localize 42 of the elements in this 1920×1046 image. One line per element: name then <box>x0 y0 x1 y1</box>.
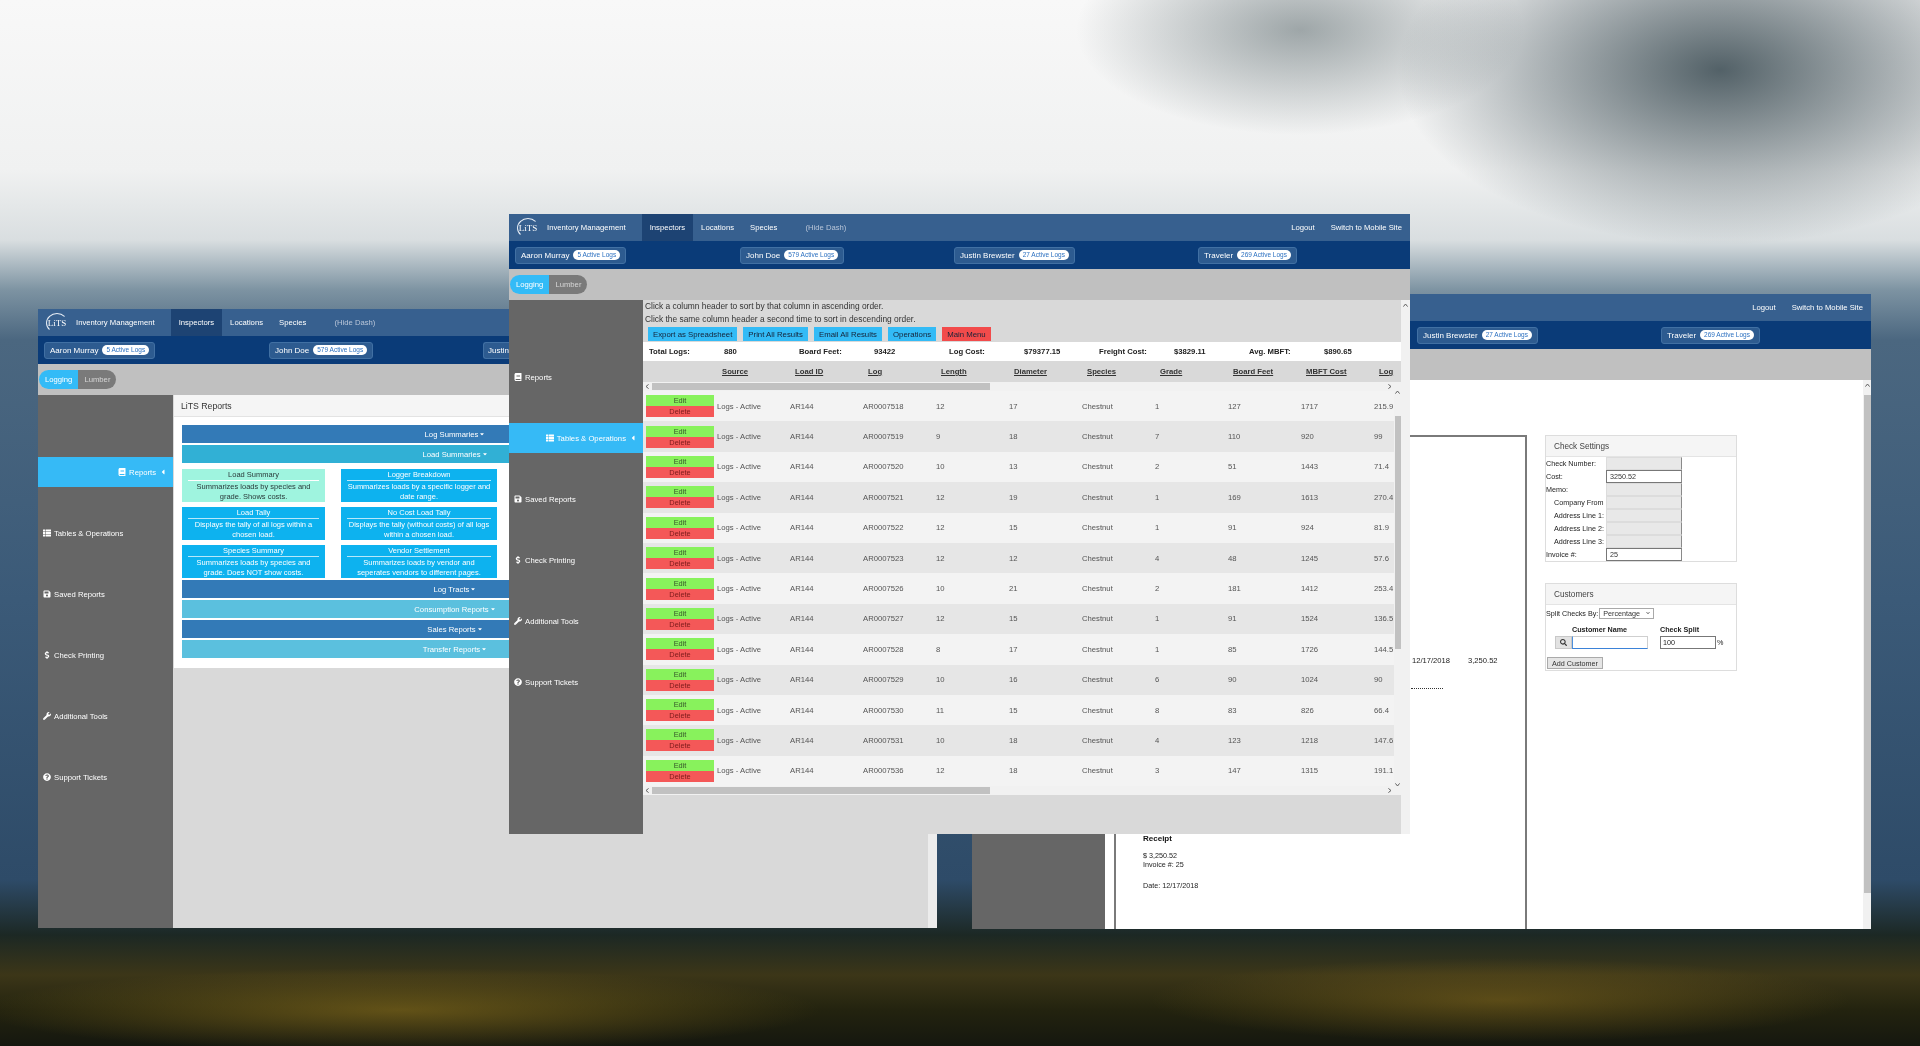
dollar-sign-icon <box>43 651 51 659</box>
instruction-text: Click a column header to sort by that column in ascending order. <box>644 300 885 313</box>
caret-down-icon <box>470 586 477 592</box>
logo[interactable]: LiTS <box>517 217 539 238</box>
chevron-up-icon[interactable] <box>1403 303 1408 308</box>
panel-title: LiTS Reports <box>174 395 509 417</box>
chevron-down-icon <box>1646 611 1651 615</box>
chevron-up-icon[interactable] <box>1395 390 1400 395</box>
book-icon <box>118 468 127 476</box>
wrench-icon <box>43 712 51 720</box>
chevron-right-icon[interactable] <box>1387 384 1392 389</box>
caret-down-icon <box>481 646 488 652</box>
dollar-sign-icon <box>514 556 522 564</box>
caret-down-icon <box>479 431 486 437</box>
panel-title: Customers <box>1546 584 1736 605</box>
list-icon <box>43 529 51 537</box>
caret-down-icon <box>481 451 488 457</box>
caret-left-icon <box>629 434 637 442</box>
vertical-scrollbar[interactable] <box>1401 300 1410 834</box>
scrollbar-thumb[interactable] <box>1394 416 1401 649</box>
scrollbar-thumb[interactable] <box>652 787 990 795</box>
chevron-right-icon[interactable] <box>1387 788 1392 794</box>
customer-name-field[interactable] <box>1572 636 1648 649</box>
chevron-down-icon[interactable] <box>1395 782 1400 788</box>
caret-down-icon <box>489 606 496 612</box>
search-button[interactable] <box>1555 636 1572 649</box>
scrollbar-thumb[interactable] <box>652 383 990 390</box>
chevron-up-icon[interactable] <box>1864 383 1870 388</box>
inspector-button[interactable]: Justin <box>483 341 509 359</box>
search-icon <box>1560 639 1567 646</box>
vertical-scrollbar[interactable] <box>1394 382 1401 796</box>
chevron-left-icon[interactable] <box>645 788 650 794</box>
book-icon <box>514 373 522 381</box>
instruction-text: Click the same column header a second time to sort in descending order. <box>644 313 917 326</box>
list-icon <box>545 434 554 442</box>
panel-title: Check Settings <box>1546 436 1736 457</box>
receipt-title: Receipt <box>1143 834 1172 844</box>
chevron-left-icon[interactable] <box>645 384 650 389</box>
caret-left-icon <box>159 468 167 476</box>
wrench-icon <box>514 617 522 625</box>
logo[interactable]: LiTS <box>46 312 68 333</box>
caret-down-icon <box>476 626 483 632</box>
